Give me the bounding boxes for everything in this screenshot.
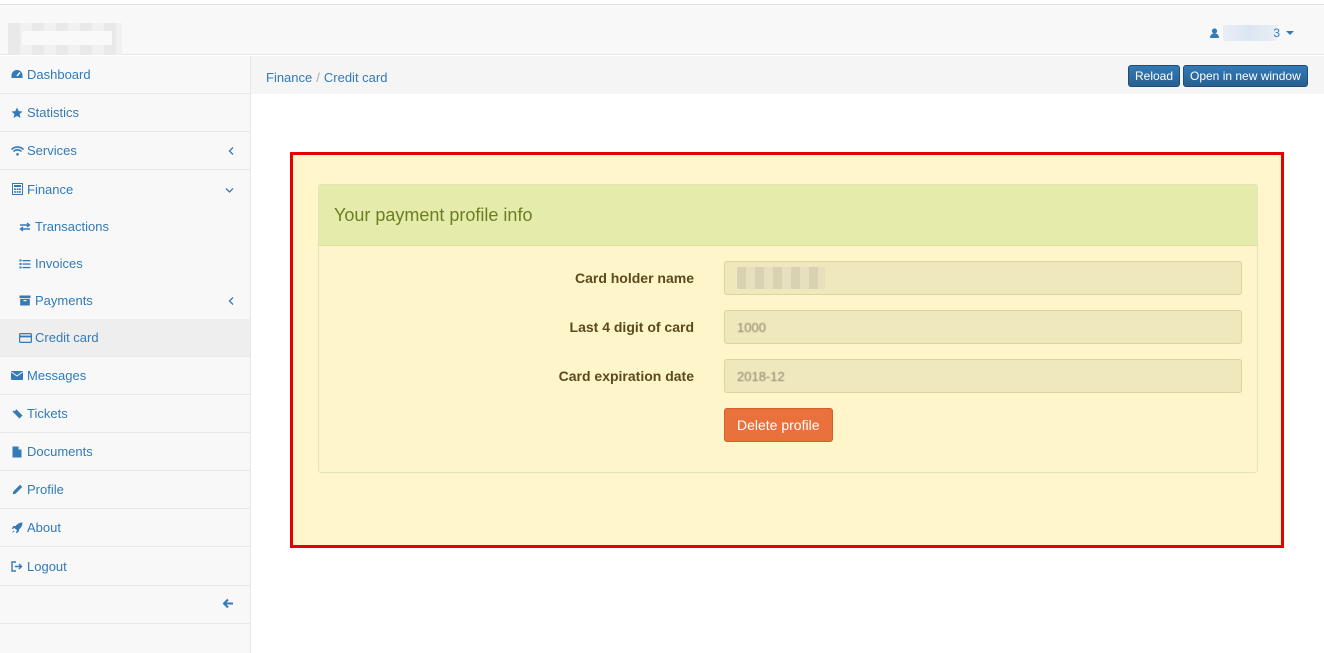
ticket-icon — [10, 408, 24, 419]
card-holder-row: Card holder name — [319, 261, 1257, 295]
sidebar-item-label: Statistics — [27, 105, 80, 120]
pencil-icon — [10, 484, 24, 495]
last-four-row: Last 4 digit of card 1000 — [319, 310, 1257, 344]
sidebar-item-label: Invoices — [35, 256, 83, 271]
top-navbar: 3 — [0, 4, 1324, 55]
sidebar-item-profile[interactable]: Profile — [0, 471, 250, 509]
user-name-tail: 3 — [1273, 26, 1280, 40]
sidebar-item-label: Services — [27, 143, 77, 158]
breadcrumb: Finance / Credit card — [266, 70, 387, 85]
last-four-field[interactable]: 1000 — [724, 310, 1242, 344]
payment-profile-panel: Your payment profile info Card holder na… — [318, 184, 1258, 473]
sidebar-item-documents[interactable]: Documents — [0, 433, 250, 471]
expiration-row: Card expiration date 2018-12 — [319, 359, 1257, 393]
envelope-icon — [10, 371, 24, 380]
card-holder-label: Card holder name — [574, 270, 694, 286]
sidebar-item-label: Logout — [27, 558, 67, 574]
sidebar-item-label: Documents — [27, 444, 93, 459]
sidebar-item-logout[interactable]: Logout — [0, 547, 250, 586]
sidebar-item-payments[interactable]: Payments — [0, 282, 250, 319]
user-name — [1223, 25, 1278, 41]
dashboard-icon — [10, 69, 24, 80]
sidebar-item-label: About — [27, 520, 61, 535]
breadcrumb-separator: / — [316, 70, 320, 85]
rocket-icon — [10, 522, 24, 534]
user-menu[interactable]: 3 — [1210, 25, 1294, 41]
expiration-value: 2018-12 — [737, 368, 785, 384]
panel-title: Your payment profile info — [319, 185, 1257, 246]
logo[interactable] — [8, 23, 122, 55]
sidebar-item-finance[interactable]: Finance — [0, 170, 250, 208]
sidebar-item-label: Payments — [35, 293, 93, 308]
archive-icon — [18, 295, 32, 306]
open-new-window-button[interactable]: Open in new window — [1183, 65, 1308, 87]
sidebar-item-label: Dashboard — [27, 67, 91, 82]
reload-button[interactable]: Reload — [1128, 65, 1181, 87]
breadcrumb-finance-link[interactable]: Finance — [266, 70, 312, 85]
sidebar-item-label: Transactions — [35, 219, 109, 234]
chevron-down-icon — [1286, 31, 1294, 35]
sidebar-item-dashboard[interactable]: Dashboard — [0, 56, 250, 94]
sidebar-item-label: Tickets — [27, 406, 68, 421]
list-icon — [18, 259, 32, 269]
calculator-icon — [10, 183, 24, 195]
star-icon — [10, 107, 24, 119]
sidebar: Dashboard Statistics Services Finance Tr… — [0, 56, 251, 653]
exchange-icon — [18, 221, 32, 232]
sidebar-item-label: Finance — [27, 181, 74, 197]
sidebar-item-invoices[interactable]: Invoices — [0, 245, 250, 282]
card-holder-value — [737, 267, 825, 289]
delete-profile-button[interactable]: Delete profile — [724, 408, 833, 442]
sidebar-item-label: Credit card — [35, 330, 99, 345]
sidebar-item-about[interactable]: About — [0, 509, 250, 547]
credit-card-icon — [18, 332, 32, 343]
sidebar-item-transactions[interactable]: Transactions — [0, 208, 250, 245]
sidebar-item-messages[interactable]: Messages — [0, 357, 250, 395]
expiration-label: Card expiration date — [558, 368, 694, 384]
chevron-down-icon — [225, 182, 234, 197]
wifi-icon — [10, 145, 24, 156]
card-holder-field[interactable] — [724, 261, 1242, 295]
sign-out-icon — [10, 560, 24, 572]
file-icon — [10, 446, 24, 458]
chevron-left-icon — [228, 143, 234, 158]
sidebar-item-label: Messages — [27, 368, 87, 383]
sidebar-item-tickets[interactable]: Tickets — [0, 395, 250, 433]
arrow-left-icon — [222, 597, 234, 612]
expiration-field[interactable]: 2018-12 — [724, 359, 1242, 393]
breadcrumb-current: Credit card — [323, 70, 388, 85]
sidebar-item-statistics[interactable]: Statistics — [0, 94, 250, 132]
last-four-value: 1000 — [737, 319, 766, 335]
sidebar-item-services[interactable]: Services — [0, 132, 250, 170]
chevron-left-icon — [228, 293, 234, 308]
user-icon — [1210, 26, 1220, 41]
sidebar-collapse-toggle[interactable] — [0, 586, 250, 624]
sidebar-item-label: Profile — [27, 482, 64, 497]
last-four-label: Last 4 digit of card — [569, 319, 694, 335]
sidebar-item-credit-card[interactable]: Credit card — [0, 319, 250, 357]
